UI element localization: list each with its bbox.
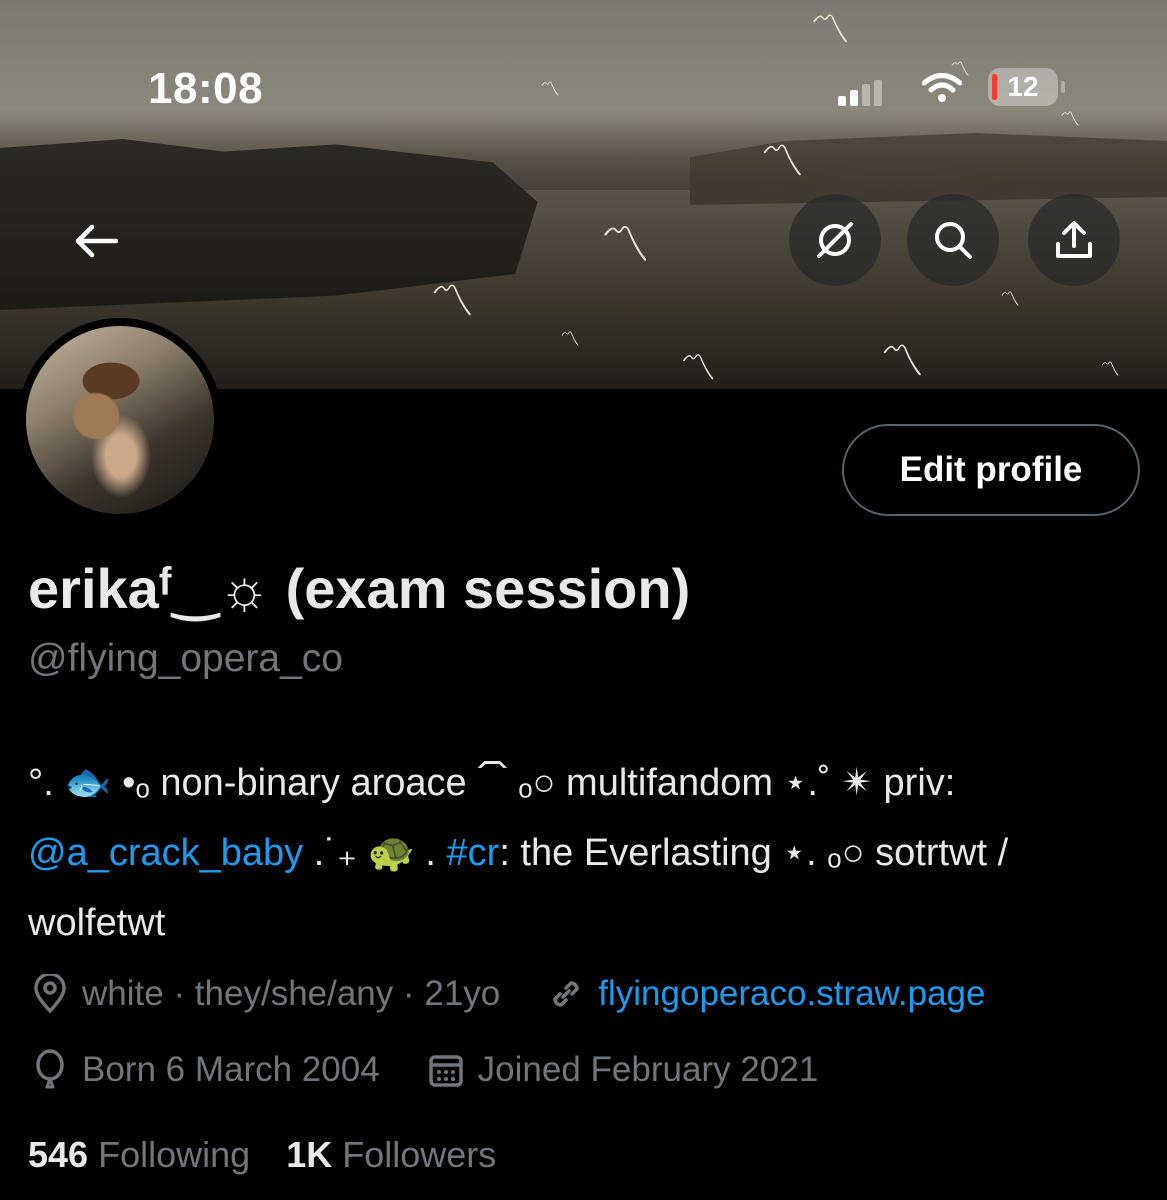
bird-shape: 〽 bbox=[430, 277, 474, 326]
search-button[interactable] bbox=[907, 194, 999, 286]
bio-text: °. 🐟 •ₒ non-binary aroace ⏠ ₒ○ multifand… bbox=[28, 762, 956, 804]
bio-hashtag-link[interactable]: #cr bbox=[447, 832, 500, 874]
bird-shape: 〽 bbox=[600, 217, 650, 273]
cellular-signal-icon bbox=[838, 80, 888, 106]
following-link[interactable]: 546 Following bbox=[28, 1134, 250, 1175]
username-handle: @flying_opera_co bbox=[28, 637, 343, 680]
profile-meta-row: Born 6 March 2004 Joined February 2021 bbox=[28, 1048, 818, 1092]
back-arrow-icon[interactable] bbox=[70, 215, 122, 267]
wifi-icon bbox=[921, 72, 963, 109]
bird-shape: 〽 bbox=[810, 8, 850, 52]
calendar-icon bbox=[424, 1048, 468, 1092]
follow-stats: 546 Following 1K Followers bbox=[28, 1134, 496, 1176]
following-label: Following bbox=[98, 1134, 251, 1175]
followers-label: Followers bbox=[342, 1134, 497, 1175]
grok-explain-button[interactable] bbox=[789, 194, 881, 286]
website-link[interactable]: flyingoperaco.straw.page bbox=[598, 974, 985, 1014]
display-name: erikaᶠ‿☼ (exam session) bbox=[28, 557, 691, 620]
battery-level-bar bbox=[992, 74, 997, 100]
search-icon bbox=[935, 222, 972, 259]
edit-profile-button[interactable]: Edit profile bbox=[842, 424, 1140, 516]
location-text: white · they/she/any · 21yo bbox=[82, 974, 501, 1013]
link-icon bbox=[544, 972, 588, 1016]
followers-count: 1K bbox=[286, 1134, 333, 1175]
profile-meta-row: white · they/she/any · 21yo flyingoperac… bbox=[28, 972, 985, 1016]
bird-shape: 〽 bbox=[540, 79, 560, 101]
bio-mention-link[interactable]: @a_crack_baby bbox=[28, 832, 303, 874]
battery-indicator: 12 bbox=[988, 68, 1065, 106]
bird-shape: 〽 bbox=[680, 347, 717, 388]
balloon-icon bbox=[28, 1048, 72, 1092]
bird-shape: 〽 bbox=[1000, 289, 1020, 311]
status-time: 18:08 bbox=[148, 64, 264, 113]
avatar[interactable] bbox=[18, 318, 222, 522]
following-count: 546 bbox=[28, 1134, 89, 1175]
birthday-text: Born 6 March 2004 bbox=[82, 1050, 380, 1089]
bird-shape: 〽 bbox=[1100, 359, 1120, 381]
location-pin-icon bbox=[28, 972, 72, 1016]
bird-shape: 〽 bbox=[560, 329, 580, 351]
joined-date-text: Joined February 2021 bbox=[477, 1050, 819, 1089]
bird-shape: 〽 bbox=[760, 137, 804, 186]
bird-shape: 〽 bbox=[1060, 109, 1080, 131]
bio-text: .˙₊ 🐢 . bbox=[303, 832, 447, 874]
bird-shape: 〽 bbox=[880, 337, 924, 386]
slashed-circle-icon bbox=[817, 222, 853, 258]
followers-link[interactable]: 1K Followers bbox=[286, 1134, 496, 1175]
battery-nub bbox=[1061, 81, 1065, 93]
avatar-photo bbox=[26, 326, 214, 514]
battery-percent: 12 bbox=[1007, 71, 1039, 102]
profile-banner[interactable]: 〽 〽 〽 〽 〽 〽 〽 〽 〽 〽 〽 〽 bbox=[0, 0, 1167, 389]
bio: °. 🐟 •ₒ non-binary aroace ⏠ ₒ○ multifand… bbox=[28, 748, 1143, 958]
share-upload-icon bbox=[1056, 221, 1092, 258]
share-button[interactable] bbox=[1028, 194, 1120, 286]
